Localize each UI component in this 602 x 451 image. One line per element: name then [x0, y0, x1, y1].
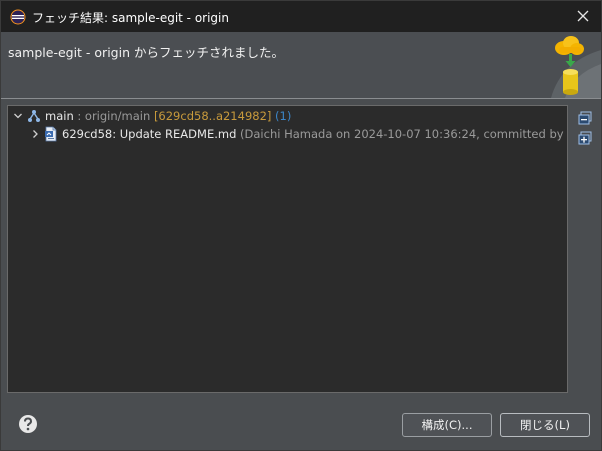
collapse-all-icon: [578, 110, 592, 129]
expand-all-icon: [578, 130, 592, 149]
close-button[interactable]: [571, 5, 595, 27]
commit-file-icon: [43, 126, 59, 142]
branch-icon: [26, 108, 42, 124]
tree-row-commit[interactable]: 629cd58: Update README.md (Daichi Hamada…: [29, 125, 567, 143]
commit-summary: 629cd58: Update README.md: [62, 127, 237, 141]
commit-details: (Daichi Hamada on 2024-10-07 10:36:24, c…: [240, 127, 567, 141]
configure-button[interactable]: 構成(C)...: [402, 413, 492, 437]
eclipse-icon: [10, 9, 26, 25]
branch-separator: :: [73, 109, 85, 123]
title-bar: フェッチ結果: sample-egit - origin: [1, 1, 601, 32]
branch-name: main: [45, 109, 74, 123]
collapse-all-button[interactable]: [577, 111, 593, 127]
close-dialog-button[interactable]: 閉じる(L): [500, 413, 590, 437]
expand-all-button[interactable]: [577, 131, 593, 147]
header-message: sample-egit - origin からフェッチされました。: [8, 45, 284, 60]
fetch-result-dialog: フェッチ結果: sample-egit - origin sample-egit…: [0, 0, 602, 451]
help-icon: [18, 415, 38, 438]
cloud-fetch-repository-icon: [531, 32, 601, 98]
collapse-chevron-icon[interactable]: [12, 110, 24, 122]
dialog-header: sample-egit - origin からフェッチされました。: [1, 32, 601, 98]
close-icon: [577, 7, 589, 26]
window-title: フェッチ結果: sample-egit - origin: [32, 11, 229, 25]
commit-count: (1): [275, 109, 292, 123]
remote-ref: origin/main: [84, 109, 151, 123]
fetch-result-tree[interactable]: main : origin/main [629cd58..a214982] (1…: [7, 105, 568, 393]
help-button[interactable]: [18, 414, 38, 434]
commit-range: [629cd58..a214982]: [153, 109, 272, 123]
expand-chevron-icon[interactable]: [29, 128, 41, 140]
tree-row-branch[interactable]: main : origin/main [629cd58..a214982] (1…: [12, 107, 291, 125]
header-separator: [1, 98, 601, 99]
